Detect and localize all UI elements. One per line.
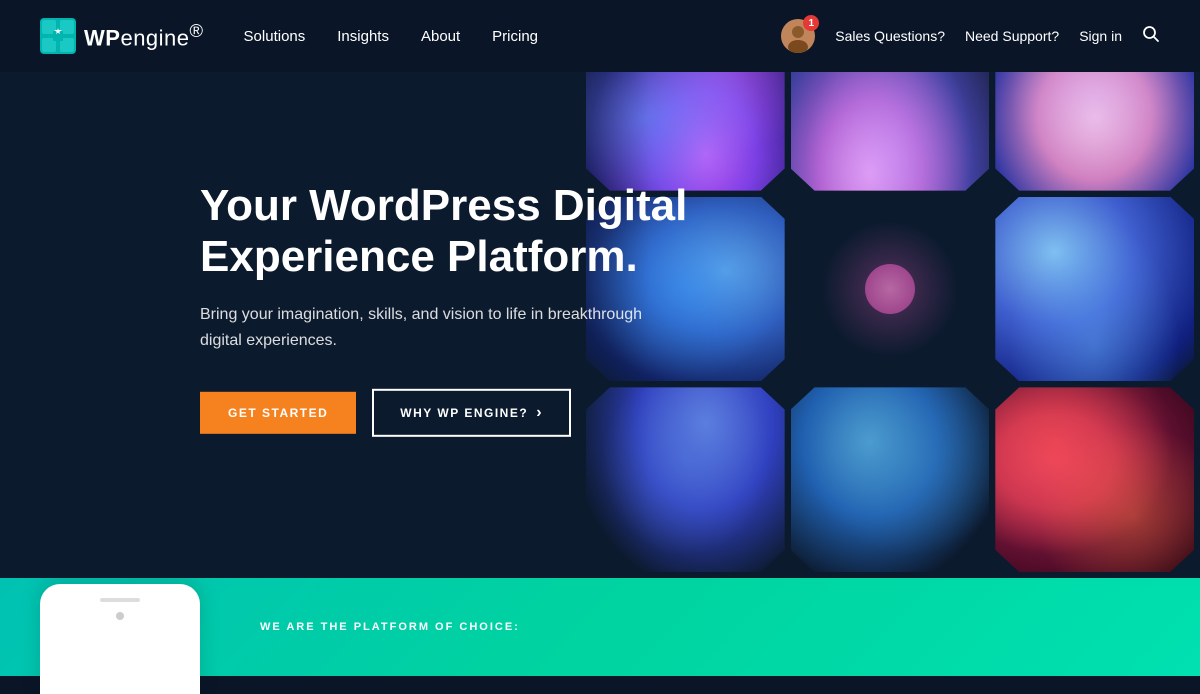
hero-buttons: GET STARTED WHY WP ENGINE? › <box>200 389 720 437</box>
nav-links: Solutions Insights About Pricing <box>244 28 782 45</box>
hero-section: Your WordPress Digital Experience Platfo… <box>0 0 1200 578</box>
bottom-section: WE ARE THE PLATFORM OF CHOICE: <box>0 578 1200 676</box>
avatar-container[interactable]: 1 <box>781 19 815 53</box>
nav-about[interactable]: About <box>421 28 460 45</box>
phone-notch <box>100 598 140 602</box>
hero-content: Your WordPress Digital Experience Platfo… <box>200 181 720 437</box>
search-icon[interactable] <box>1142 25 1160 48</box>
platform-label: WE ARE THE PLATFORM OF CHOICE: <box>260 621 520 633</box>
sales-questions-link[interactable]: Sales Questions? <box>835 28 945 44</box>
logo-text: WPengine® <box>84 20 204 51</box>
wpengine-logo-icon <box>40 18 76 54</box>
arrow-icon: › <box>536 404 543 422</box>
hero-title: Your WordPress Digital Experience Platfo… <box>200 181 720 282</box>
mosaic-cell-5 <box>791 197 990 382</box>
mosaic-cell-9 <box>995 387 1194 572</box>
navbar: WPengine® Solutions Insights About Prici… <box>0 0 1200 72</box>
hero-subtitle: Bring your imagination, skills, and visi… <box>200 302 660 353</box>
nav-solutions[interactable]: Solutions <box>244 28 306 45</box>
nav-right: 1 Sales Questions? Need Support? Sign in <box>781 19 1160 53</box>
mosaic-cell-6 <box>995 197 1194 382</box>
need-support-link[interactable]: Need Support? <box>965 28 1059 44</box>
platform-text: WE ARE THE PLATFORM OF CHOICE: <box>260 621 520 633</box>
avatar-badge: 1 <box>803 15 819 31</box>
phone-mockup <box>40 584 200 694</box>
nav-insights[interactable]: Insights <box>337 28 389 45</box>
sign-in-link[interactable]: Sign in <box>1079 28 1122 44</box>
why-wpengine-button[interactable]: WHY WP ENGINE? › <box>372 389 571 437</box>
nav-pricing[interactable]: Pricing <box>492 28 538 45</box>
logo[interactable]: WPengine® <box>40 18 204 54</box>
phone-dot <box>116 612 124 620</box>
get-started-button[interactable]: GET STARTED <box>200 392 356 434</box>
mosaic-cell-8 <box>791 387 990 572</box>
